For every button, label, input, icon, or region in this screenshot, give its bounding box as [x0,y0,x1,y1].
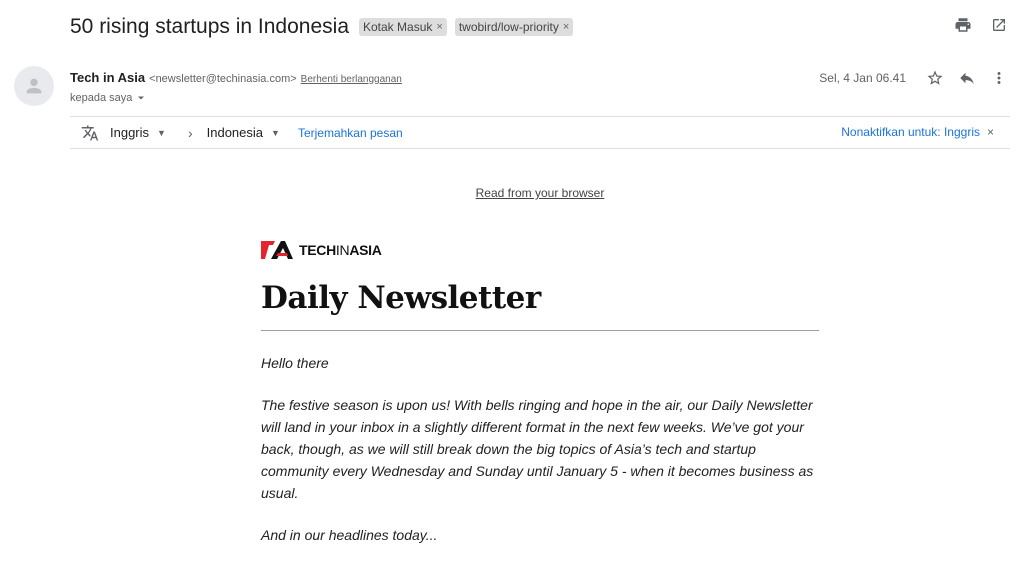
message-date: Sel, 4 Jan 06.41 [819,71,906,85]
translate-message-link[interactable]: Terjemahkan pesan [298,126,403,140]
sender-line: Tech in Asia <newsletter@techinasia.com>… [70,70,402,85]
chevron-down-icon[interactable] [136,93,146,103]
intro-paragraph: The festive season is upon us! With bell… [261,397,814,501]
sender-name[interactable]: Tech in Asia [70,70,145,85]
headlines-intro: And in our headlines today... [261,527,438,543]
translate-icon [80,124,100,142]
label-chip-low-priority[interactable]: twobird/low-priority × [454,18,574,36]
email-body: TECHINASIA Daily Newsletter Hello there … [261,236,819,546]
recipient-text: kepada saya [70,92,133,104]
unsubscribe-link[interactable]: Berhenti berlangganan [301,74,402,85]
reply-icon[interactable] [958,69,976,87]
techinasia-logo-text: TECHINASIA [299,242,382,258]
sender-email: <newsletter@techinasia.com> [149,73,297,85]
email-subject: 50 rising startups in Indonesia [70,15,349,38]
sender-avatar[interactable] [14,66,54,106]
label-chip-text: Kotak Masuk [363,20,433,34]
open-in-new-window-icon[interactable] [990,16,1008,34]
source-language-select[interactable]: Inggris ▼ [110,125,166,140]
techinasia-logo[interactable]: TECHINASIA [261,236,819,264]
translate-bar: Inggris ▼ › Indonesia ▼ Terjemahkan pesa… [70,116,1010,149]
chevron-down-icon: ▼ [271,127,280,138]
newsletter-title: Daily Newsletter [261,280,541,316]
chevron-down-icon: ▼ [157,127,166,138]
label-chip-inbox[interactable]: Kotak Masuk × [359,18,447,36]
print-icon[interactable] [954,16,972,34]
recipient-line[interactable]: kepada saya [70,92,146,104]
chevron-right-icon: › [187,124,193,141]
target-language-select[interactable]: Indonesia ▼ [207,125,280,140]
disable-translation-link[interactable]: Nonaktifkan untuk: Inggris [841,125,980,139]
remove-label-icon[interactable]: × [436,21,442,33]
source-language-label: Inggris [110,125,150,140]
more-options-icon[interactable] [990,69,1008,87]
message-meta: Sel, 4 Jan 06.41 [819,66,1008,90]
greeting-text: Hello there [261,355,329,371]
top-actions [954,16,1008,34]
divider [261,330,819,331]
read-in-browser-link[interactable]: Read from your browser [0,186,1024,200]
target-language-label: Indonesia [206,125,264,140]
star-icon[interactable] [926,69,944,87]
close-icon[interactable]: × [987,125,994,139]
subject-row: 50 rising startups in Indonesia Kotak Ma… [70,12,574,42]
label-chip-text: twobird/low-priority [458,20,559,34]
remove-label-icon[interactable]: × [563,21,569,33]
techinasia-logo-mark [261,241,293,259]
